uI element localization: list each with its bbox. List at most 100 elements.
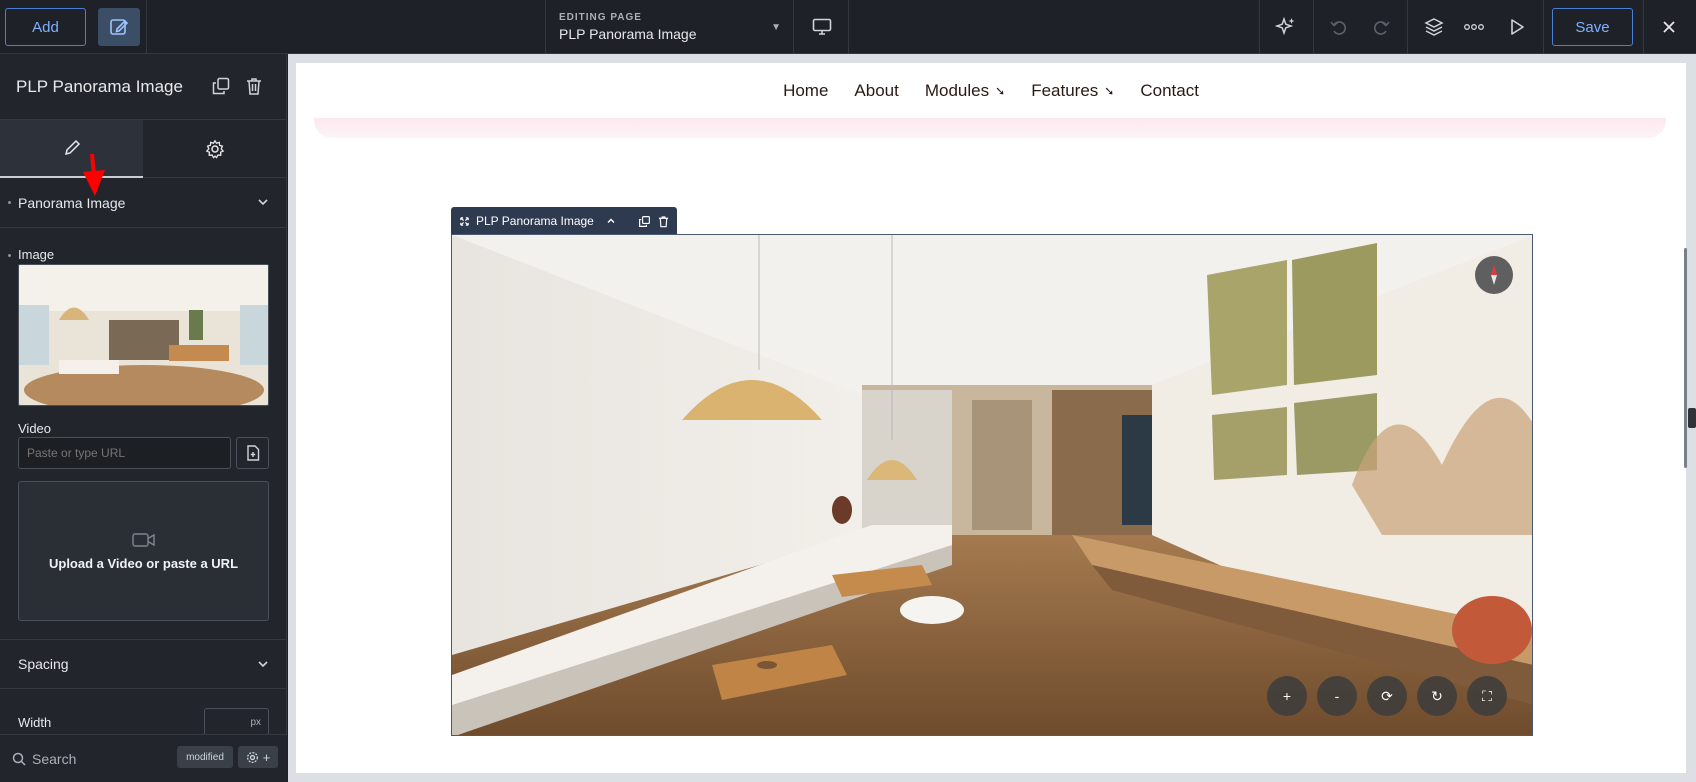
sparkle-icon — [1275, 16, 1295, 36]
fullscreen-button[interactable]: ⛶ — [1467, 676, 1507, 716]
divider — [1259, 0, 1260, 54]
search-icon — [12, 752, 26, 766]
chevron-down-icon — [258, 199, 268, 206]
bullet-dot — [8, 201, 11, 204]
file-icon — [246, 445, 259, 461]
page-selector[interactable]: EDITING PAGE PLP Panorama Image ▼ — [545, 0, 793, 54]
divider — [848, 0, 849, 54]
device-preview-button[interactable] — [801, 0, 843, 54]
widget-name: PLP Panorama Image — [476, 214, 594, 228]
nav-item-contact[interactable]: Contact — [1140, 81, 1199, 101]
move-icon — [460, 216, 469, 226]
divider — [146, 0, 147, 54]
nav-label: Home — [783, 81, 829, 100]
redo-button[interactable] — [1360, 0, 1402, 54]
reset-view-button[interactable]: ⟳ — [1367, 676, 1407, 716]
panel-header: PLP Panorama Image — [0, 54, 287, 120]
zoom-out-button[interactable]: - — [1317, 676, 1357, 716]
edit-mode-button[interactable] — [98, 8, 140, 46]
preview-button[interactable] — [1496, 0, 1538, 54]
video-url-input[interactable] — [18, 437, 231, 469]
play-icon — [1511, 19, 1524, 35]
tab-content[interactable] — [0, 120, 143, 178]
nav-item-features[interactable]: Features ➘ — [1031, 81, 1114, 101]
nav-backdrop — [314, 118, 1666, 138]
undo-icon — [1330, 21, 1346, 35]
ai-assist-button[interactable] — [1265, 0, 1307, 54]
section-title: Spacing — [18, 656, 69, 672]
search-input[interactable]: Search — [32, 751, 76, 767]
site-navigation: Home About Modules ➘ Features ➘ Contact — [296, 63, 1686, 119]
page-name: PLP Panorama Image — [559, 26, 697, 42]
image-thumbnail[interactable] — [18, 264, 269, 406]
upload-text: Upload a Video or paste a URL — [48, 555, 239, 571]
duplicate-icon[interactable] — [638, 215, 651, 228]
top-toolbar: Add EDITING PAGE PLP Panorama Image ▼ Sa… — [0, 0, 1696, 54]
add-setting-button[interactable]: + — [238, 746, 278, 768]
width-unit: px — [250, 717, 261, 728]
add-button[interactable]: Add — [5, 8, 86, 46]
nav-item-home[interactable]: Home — [783, 81, 828, 101]
widget-toolbar[interactable]: PLP Panorama Image — [451, 207, 677, 235]
width-input[interactable]: px — [204, 708, 269, 736]
pencil-icon — [64, 139, 80, 156]
trash-icon — [247, 78, 261, 95]
divider — [1643, 0, 1644, 54]
divider — [1313, 0, 1314, 54]
chevron-up-icon[interactable] — [606, 216, 616, 226]
delete-button[interactable] — [244, 76, 264, 96]
plus-icon: + — [262, 749, 271, 765]
nav-item-modules[interactable]: Modules ➘ — [925, 81, 1005, 101]
video-label: Video — [18, 421, 52, 436]
duplicate-button[interactable] — [211, 76, 231, 96]
nav-label: About — [854, 81, 899, 100]
nav-item-about[interactable]: About — [854, 81, 898, 101]
trash-icon[interactable] — [657, 215, 670, 228]
image-label: Image — [18, 247, 55, 262]
panel-footer: Search modified + — [0, 734, 287, 782]
video-camera-icon — [131, 532, 155, 547]
desktop-icon — [812, 18, 832, 35]
settings-panel: PLP Panorama Image Panorama Image Image — [0, 54, 287, 782]
nav-label: Modules — [924, 81, 990, 100]
zoom-in-button[interactable]: + — [1267, 676, 1307, 716]
layers-button[interactable] — [1413, 0, 1455, 54]
divider — [1407, 0, 1408, 54]
close-button[interactable] — [1648, 0, 1690, 54]
more-options-button[interactable] — [1453, 0, 1495, 54]
video-file-button[interactable] — [236, 437, 269, 469]
panorama-image — [452, 235, 1532, 735]
submenu-arrow-icon: ➘ — [1104, 84, 1115, 98]
resize-handle[interactable] — [1688, 408, 1696, 428]
gear-icon — [205, 139, 225, 159]
duplicate-icon — [212, 77, 230, 95]
editing-page-label: EDITING PAGE — [559, 12, 642, 23]
video-upload-dropzone[interactable]: Upload a Video or paste a URL — [18, 481, 269, 621]
canvas-scrollbar[interactable] — [1684, 248, 1687, 468]
section-panorama-image[interactable]: Panorama Image — [0, 178, 287, 228]
gear-icon — [246, 751, 258, 763]
bullet-dot — [8, 254, 11, 257]
edit-icon — [110, 19, 129, 35]
nav-label: Features — [1031, 81, 1099, 100]
redo-icon — [1374, 21, 1390, 35]
section-spacing[interactable]: Spacing — [0, 639, 287, 689]
compass-button[interactable] — [1475, 256, 1513, 294]
panorama-thumbnail-image — [19, 265, 268, 405]
close-icon — [1663, 21, 1675, 33]
save-button[interactable]: Save — [1552, 8, 1633, 46]
chevron-down-icon — [258, 661, 268, 668]
modified-filter-button[interactable]: modified — [177, 746, 233, 768]
panel-tabs — [0, 120, 287, 178]
compass-icon — [1491, 265, 1497, 285]
undo-button[interactable] — [1318, 0, 1360, 54]
more-horizontal-icon — [1464, 24, 1484, 30]
autorotate-button[interactable]: ↻ — [1417, 676, 1457, 716]
tab-settings[interactable] — [143, 120, 287, 178]
chevron-down-icon: ▼ — [771, 22, 781, 33]
divider — [793, 0, 794, 54]
section-title: Panorama Image — [18, 194, 126, 211]
panel-title: PLP Panorama Image — [16, 77, 183, 96]
panorama-viewer[interactable]: + - ⟳ ↻ ⛶ — [451, 234, 1533, 736]
nav-label: Contact — [1140, 81, 1199, 100]
